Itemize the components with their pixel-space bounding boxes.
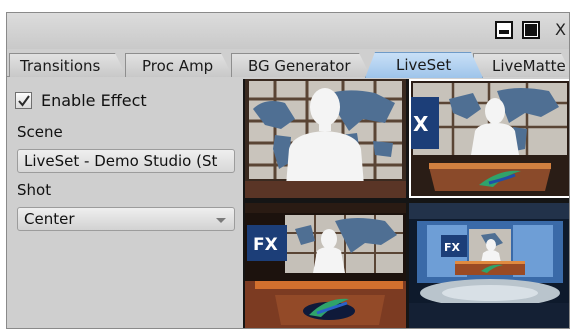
shot-label: Shot: [17, 181, 52, 199]
tab-bar: Transitions Proc Amp BG Generator LiveMa…: [7, 51, 569, 77]
shot-thumbnail-right[interactable]: X: [409, 79, 569, 198]
title-bar: X: [7, 13, 569, 49]
settings-panel: Enable Effect Scene LiveSet - Demo Studi…: [7, 79, 239, 328]
studio-preview-image: FX: [409, 203, 569, 328]
maximize-icon[interactable]: [522, 21, 540, 39]
studio-preview-image: FX: [245, 203, 406, 328]
fx-logo-badge: FX: [444, 241, 461, 254]
shot-thumbnail-grid: X FX FX: [243, 79, 569, 328]
tab-transitions[interactable]: Transitions: [9, 53, 127, 77]
enable-effect-checkbox[interactable]: [15, 92, 32, 109]
shot-select-value: Center: [24, 210, 75, 228]
shot-select[interactable]: Center: [17, 207, 235, 231]
tab-liveset[interactable]: LiveSet: [365, 52, 483, 78]
fx-logo-badge: X: [413, 112, 429, 136]
scene-label: Scene: [17, 123, 63, 141]
shot-thumbnail-center[interactable]: [245, 79, 406, 198]
chevron-down-icon: [216, 218, 226, 223]
liveset-window: X Transitions Proc Amp BG Generator Live…: [6, 12, 570, 329]
close-button[interactable]: X: [555, 20, 566, 39]
tab-livematte[interactable]: LiveMatte: [473, 53, 570, 77]
studio-preview-image: X: [409, 79, 569, 198]
fx-logo-badge: FX: [253, 235, 278, 255]
tab-bg-generator[interactable]: BG Generator: [231, 53, 371, 77]
enable-effect-label: Enable Effect: [41, 91, 147, 110]
studio-preview-image: [245, 79, 406, 198]
shot-thumbnail-wide-left[interactable]: FX: [245, 203, 406, 328]
shot-thumbnail-wide[interactable]: FX: [409, 203, 569, 328]
checkmark-icon: [18, 95, 30, 107]
scene-field[interactable]: LiveSet - Demo Studio (St: [17, 149, 235, 173]
tab-proc-amp[interactable]: Proc Amp: [125, 53, 233, 77]
minimize-icon[interactable]: [495, 21, 513, 39]
